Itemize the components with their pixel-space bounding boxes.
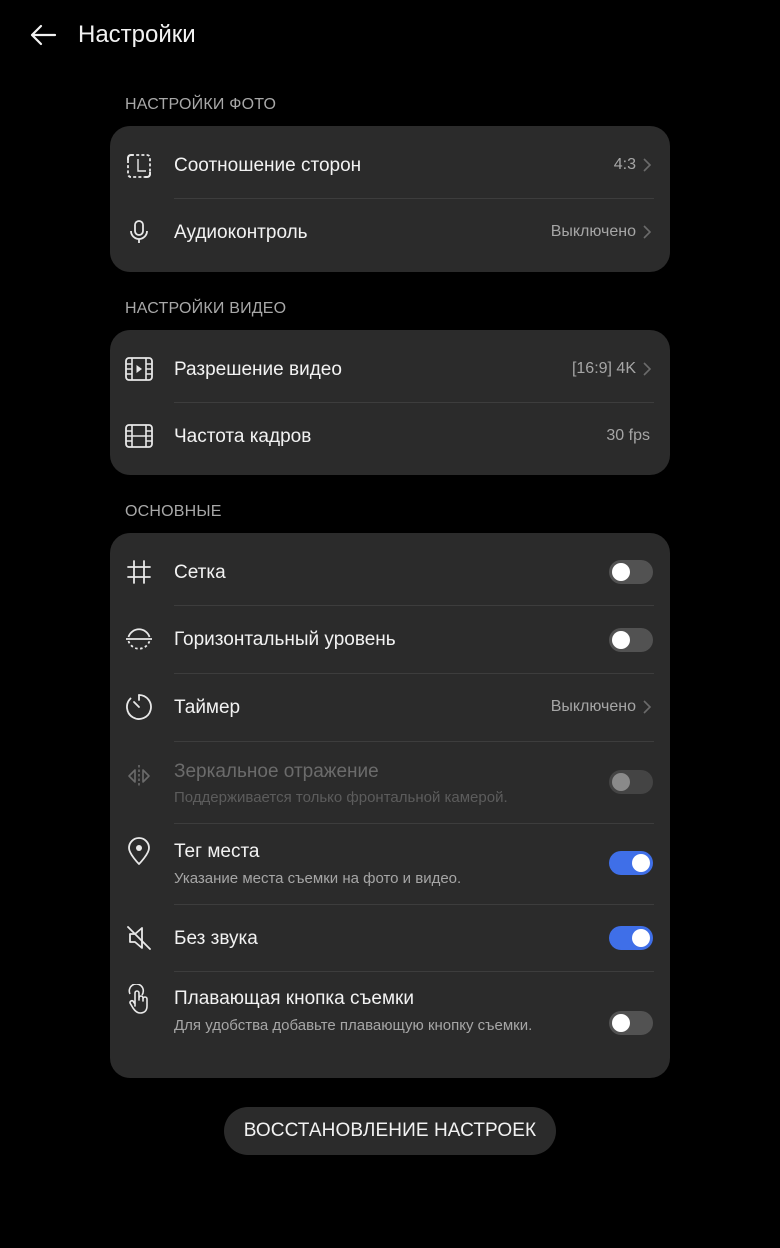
setting-label: Аудиоконтроль: [174, 222, 308, 243]
mirror-toggle: [609, 770, 653, 794]
floating-shutter-toggle[interactable]: [609, 1011, 653, 1035]
chevron-right-icon: [643, 225, 652, 239]
top-bar: Настройки: [0, 0, 780, 70]
general-settings-card: Сетка Горизонтальный уровень Таймер Выкл…: [110, 533, 670, 1078]
setting-grid[interactable]: Сетка: [110, 533, 670, 605]
setting-value: Выключено: [550, 223, 636, 240]
chevron-right-icon: [643, 700, 652, 714]
setting-label: Разрешение видео: [174, 359, 342, 380]
grid-toggle[interactable]: [609, 560, 653, 584]
toggle-knob: [612, 773, 630, 791]
chevron-right-icon: [643, 362, 652, 376]
setting-label: Без звука: [174, 928, 258, 949]
grid-icon: [124, 557, 154, 587]
video-settings-card: Разрешение видео [16:9] 4K Частота кадро…: [110, 330, 670, 475]
mirror-icon: [124, 761, 154, 791]
microphone-icon: [124, 217, 154, 247]
setting-label: Сетка: [174, 562, 226, 583]
section-title-general: ОСНОВНЫЕ: [125, 503, 222, 520]
toggle-knob: [612, 563, 630, 581]
setting-aspect-ratio[interactable]: Соотношение сторон 4:3: [110, 126, 670, 198]
setting-horizontal-level[interactable]: Горизонтальный уровень: [110, 605, 670, 673]
section-title-photo: НАСТРОЙКИ ФОТО: [125, 96, 277, 113]
reset-settings-button[interactable]: ВОССТАНОВЛЕНИЕ НАСТРОЕК: [224, 1107, 556, 1155]
setting-description: Поддерживается только фронтальной камеро…: [174, 789, 508, 806]
back-arrow-icon: [30, 24, 57, 46]
touch-icon: [124, 984, 154, 1015]
back-button[interactable]: [22, 14, 64, 56]
setting-value: 30 fps: [606, 427, 650, 444]
page-title: Настройки: [78, 21, 196, 48]
toggle-knob: [632, 854, 650, 872]
mute-icon: [124, 923, 154, 953]
video-resolution-icon: [124, 354, 154, 384]
photo-settings-card: Соотношение сторон 4:3 Аудиоконтроль Вык…: [110, 126, 670, 272]
section-title-video: НАСТРОЙКИ ВИДЕО: [125, 300, 287, 317]
toggle-knob: [612, 1014, 630, 1032]
setting-value: 4:3: [613, 156, 636, 173]
location-pin-icon: [124, 837, 154, 867]
setting-label: Тег места: [174, 841, 260, 862]
toggle-knob: [632, 929, 650, 947]
setting-label: Плавающая кнопка съемки: [174, 988, 414, 1009]
setting-frame-rate[interactable]: Частота кадров 30 fps: [110, 402, 670, 474]
setting-label: Зеркальное отражение: [174, 761, 379, 782]
level-icon: [124, 624, 154, 654]
setting-value: Выключено: [550, 698, 636, 715]
chevron-right-icon: [643, 158, 652, 172]
setting-floating-shutter[interactable]: Плавающая кнопка съемки Для удобства доб…: [110, 971, 670, 1078]
toggle-knob: [612, 631, 630, 649]
setting-description: Указание места съемки на фото и видео.: [174, 870, 462, 887]
location-tag-toggle[interactable]: [609, 851, 653, 875]
setting-value: [16:9] 4K: [571, 360, 636, 377]
setting-label: Таймер: [174, 697, 241, 718]
setting-label: Частота кадров: [174, 426, 312, 447]
setting-label: Горизонтальный уровень: [174, 629, 396, 650]
level-toggle[interactable]: [609, 628, 653, 652]
setting-mirror: Зеркальное отражение Поддерживается толь…: [110, 741, 670, 823]
mute-toggle[interactable]: [609, 926, 653, 950]
setting-timer[interactable]: Таймер Выключено: [110, 673, 670, 741]
setting-label: Соотношение сторон: [174, 155, 362, 176]
film-icon: [124, 421, 154, 451]
setting-audio-control[interactable]: Аудиоконтроль Выключено: [110, 198, 670, 270]
setting-video-resolution[interactable]: Разрешение видео [16:9] 4K: [110, 330, 670, 402]
timer-icon: [124, 692, 154, 722]
setting-mute[interactable]: Без звука: [110, 904, 670, 971]
setting-description: Для удобства добавьте плавающую кнопку с…: [174, 1017, 533, 1034]
aspect-ratio-icon: [124, 151, 154, 181]
setting-location-tag[interactable]: Тег места Указание места съемки на фото …: [110, 823, 670, 904]
